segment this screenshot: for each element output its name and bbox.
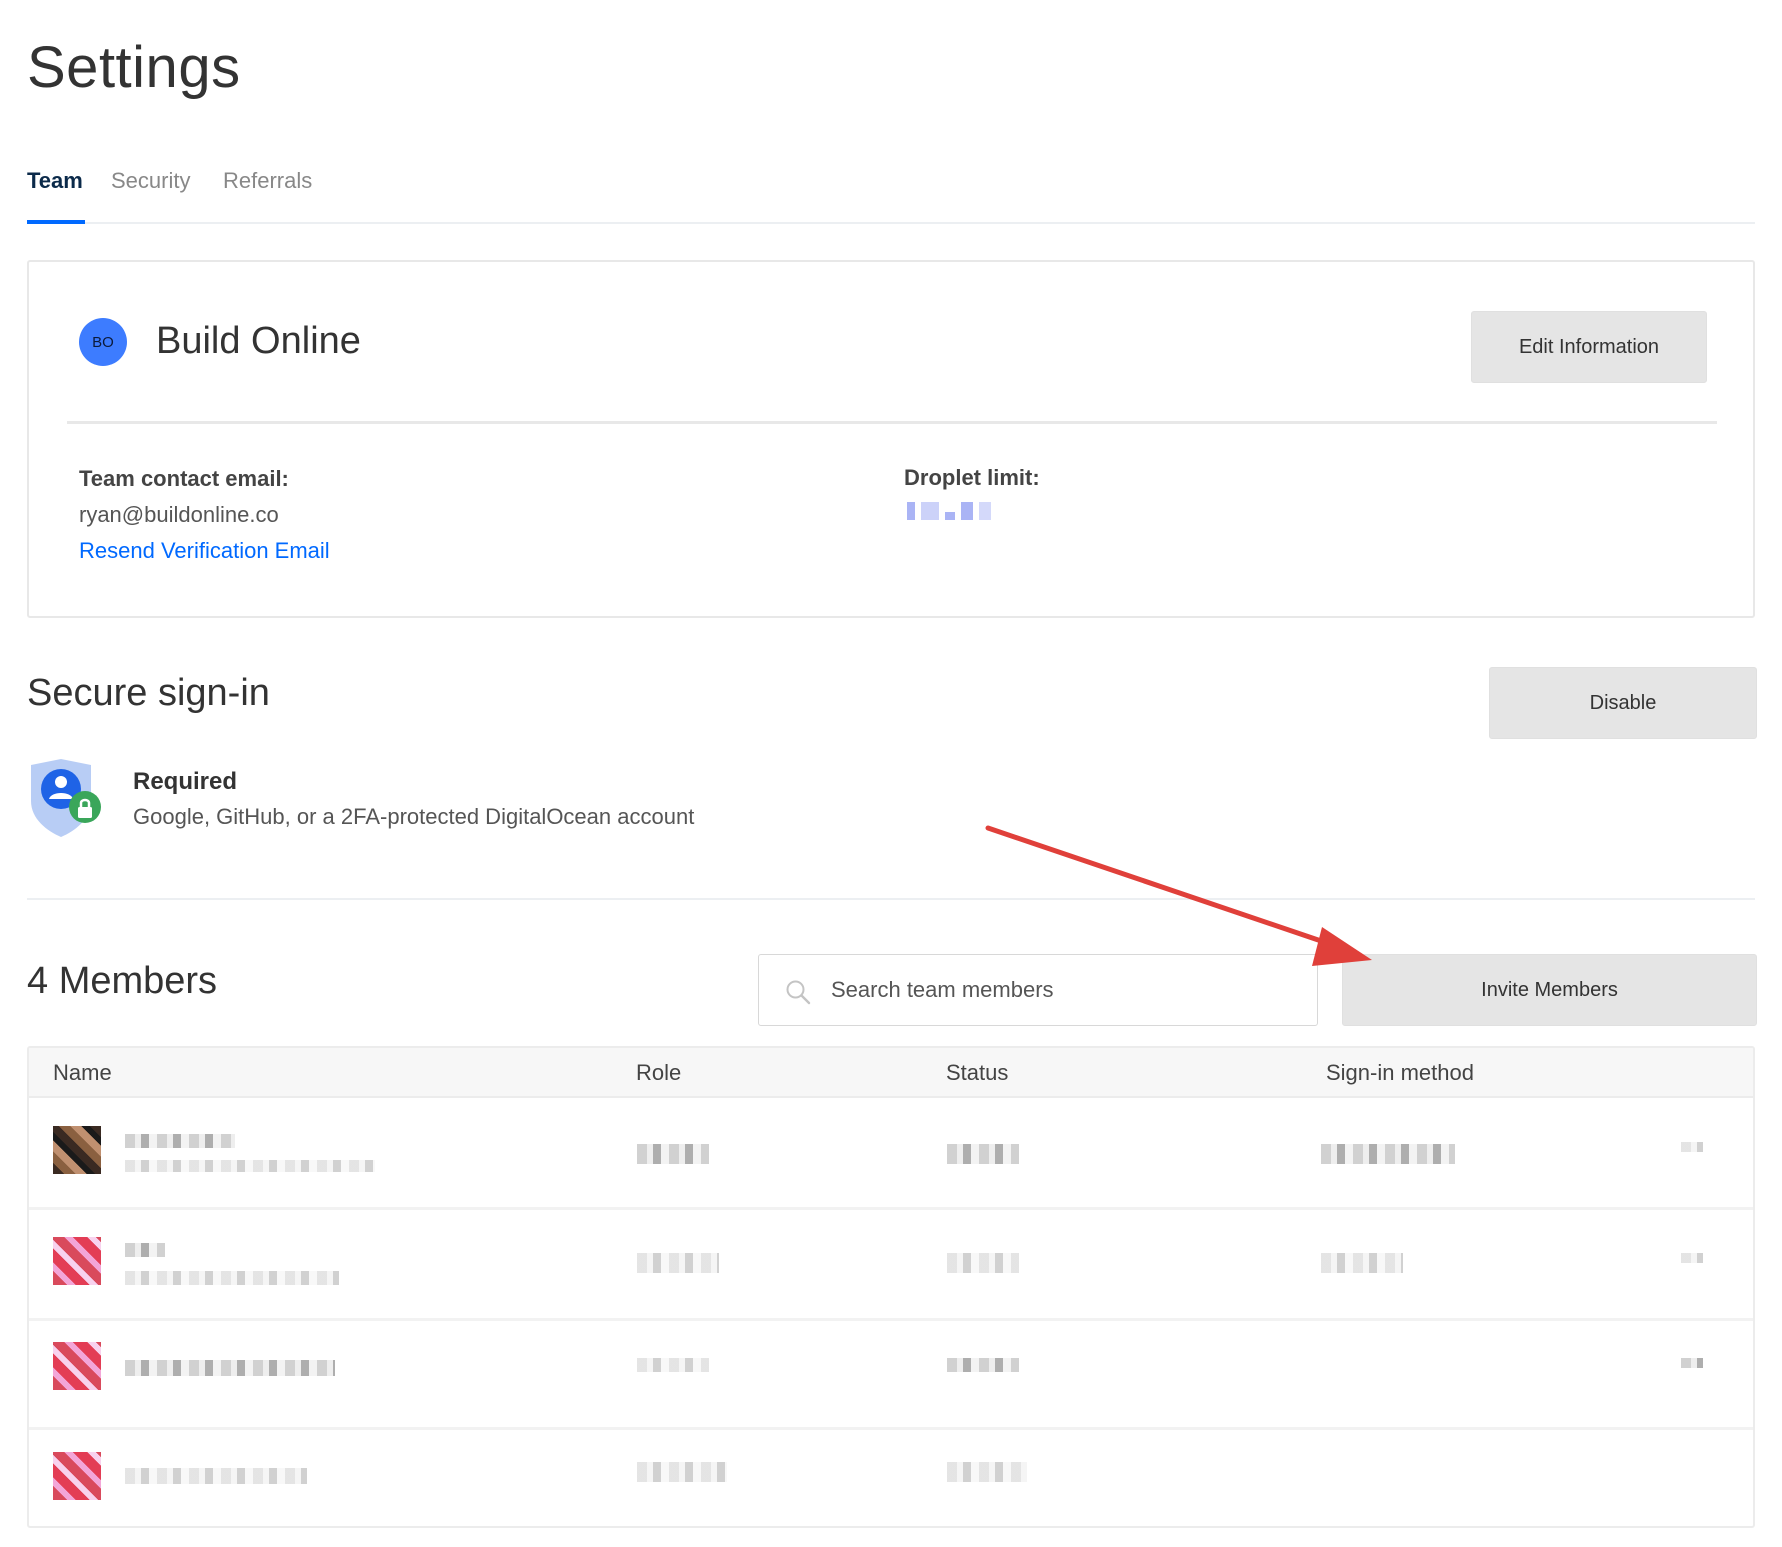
team-name: Build Online [156,320,361,362]
tab-team[interactable]: Team [27,168,83,214]
page-title: Settings [27,35,241,100]
member-role-redacted [637,1462,727,1482]
table-row[interactable] [29,1211,1753,1321]
column-header-role: Role [636,1060,682,1085]
column-header-status: Status [946,1060,1009,1085]
secure-signin-description: Google, GitHub, or a 2FA-protected Digit… [133,804,695,829]
team-contact-email-label: Team contact email: [79,466,289,491]
settings-tabs: Team Security Referrals [27,168,1755,224]
member-name-redacted [125,1468,307,1484]
member-status-redacted [947,1358,1019,1372]
search-members-input[interactable] [831,973,1291,1007]
member-role-redacted [637,1358,709,1372]
team-contact-email-value: ryan@buildonline.co [79,502,279,527]
disable-button[interactable]: Disable [1489,667,1757,739]
avatar [53,1237,101,1285]
table-header: Name Role Status Sign-in method [29,1048,1753,1098]
column-header-name: Name [53,1060,112,1085]
secure-signin-status: Required [133,768,238,795]
member-role-redacted [637,1253,719,1273]
droplet-limit-label: Droplet limit: [904,465,1040,490]
resend-verification-link[interactable]: Resend Verification Email [79,538,330,564]
members-table: Name Role Status Sign-in method [27,1046,1755,1528]
active-tab-indicator [27,220,85,224]
table-row[interactable] [29,1426,1753,1526]
edit-information-button[interactable]: Edit Information [1471,311,1707,383]
secure-signin-title: Secure sign-in [27,672,270,714]
member-email-redacted [125,1160,375,1172]
shield-user-lock-icon [31,759,101,837]
member-signin-method-redacted [1321,1253,1403,1273]
member-name-redacted [125,1243,165,1257]
member-email-redacted [125,1271,339,1285]
tab-referrals[interactable]: Referrals [223,168,312,214]
member-name-redacted [125,1134,235,1148]
search-icon [786,980,811,1005]
invite-members-button[interactable]: Invite Members [1342,954,1757,1026]
member-name-redacted [125,1360,335,1376]
member-status-redacted [947,1462,1027,1482]
section-divider [27,898,1755,900]
member-status-redacted [947,1144,1019,1164]
tab-security[interactable]: Security [111,168,190,214]
member-role-redacted [637,1144,709,1164]
avatar [53,1126,101,1174]
row-actions-redacted[interactable] [1681,1142,1703,1152]
member-signin-method-redacted [1321,1144,1455,1164]
card-divider [67,421,1717,424]
table-row[interactable] [29,1320,1753,1430]
member-search-box [758,954,1318,1026]
avatar [53,1452,101,1500]
team-avatar: BO [79,318,127,366]
avatar [53,1342,101,1390]
table-row[interactable] [29,1100,1753,1210]
column-header-signin-method: Sign-in method [1326,1060,1474,1085]
members-count-title: 4 Members [27,960,218,1002]
row-actions-redacted[interactable] [1681,1253,1703,1263]
droplet-limit-value-redacted [907,500,991,520]
member-status-redacted [947,1253,1019,1273]
team-info-card: BO Build Online Edit Information Team co… [27,260,1755,618]
row-actions-redacted[interactable] [1681,1358,1703,1368]
